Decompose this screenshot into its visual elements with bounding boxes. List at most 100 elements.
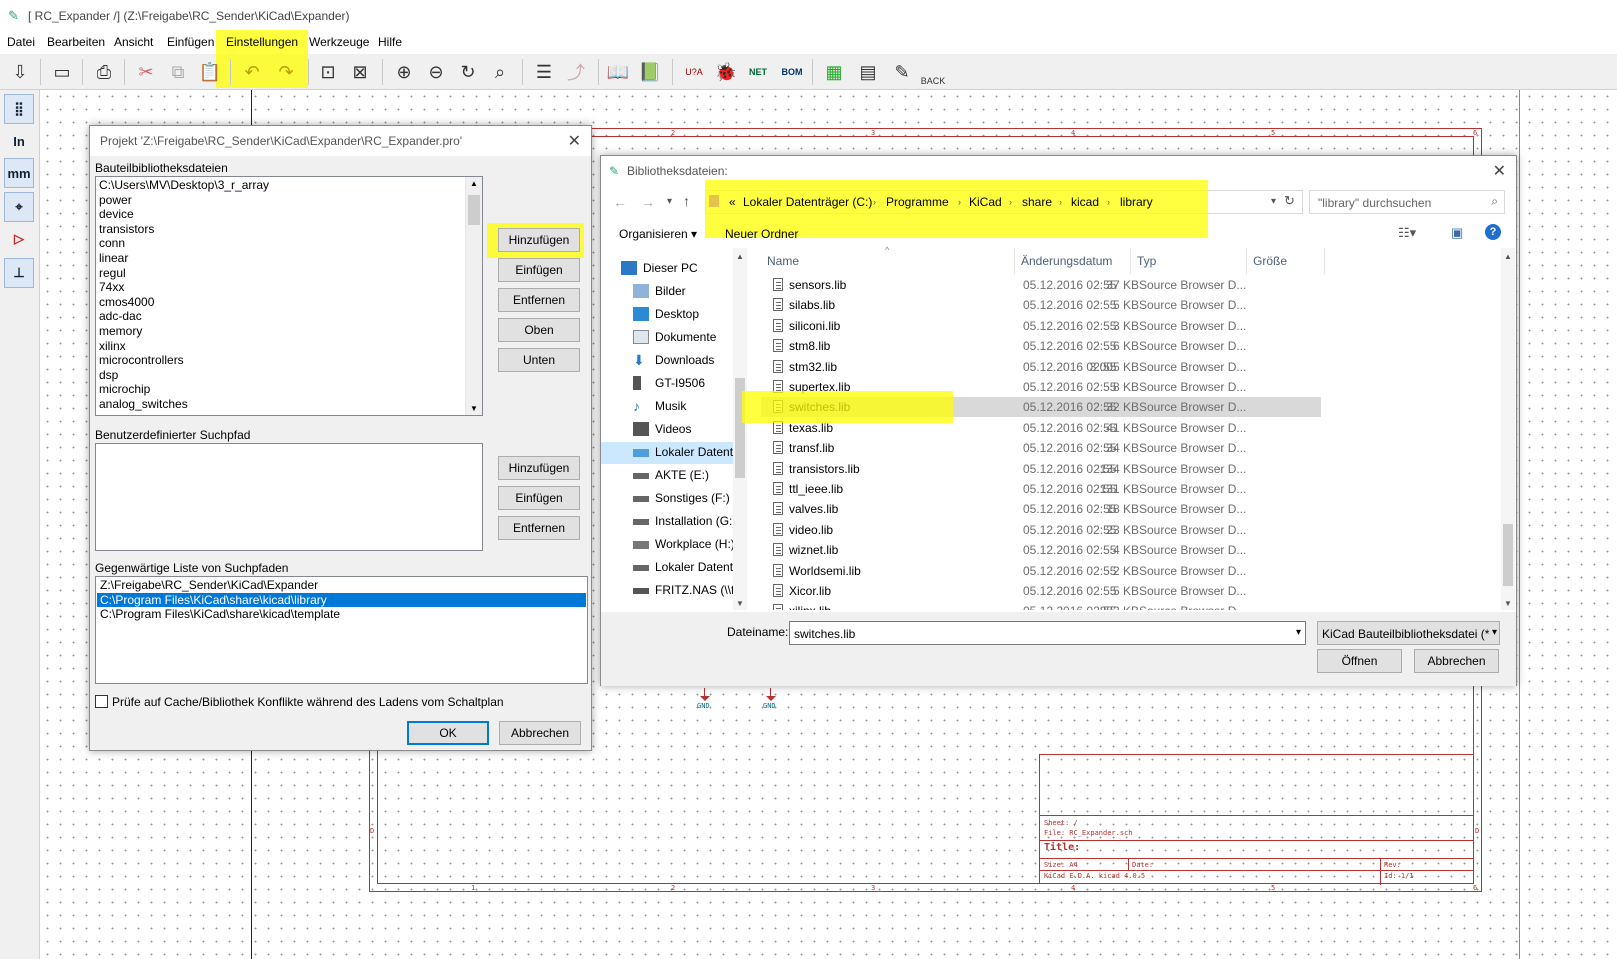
view-options-icon[interactable]: ☷▾ xyxy=(1398,225,1416,241)
path-item[interactable]: Z:\Freigabe\RC_Sender\KiCad\Expander xyxy=(97,578,586,593)
list-item[interactable]: xilinx xyxy=(96,339,465,354)
path-remove-button[interactable]: Entfernen xyxy=(498,516,580,540)
list-item[interactable]: conn xyxy=(96,236,465,251)
help-icon[interactable]: ? xyxy=(1485,224,1501,240)
file-list-scrollbar[interactable]: ▲ ▼ xyxy=(1501,248,1515,610)
grid-toggle-icon[interactable]: ⣿ xyxy=(4,94,34,124)
list-item[interactable]: cmos4000 xyxy=(96,295,465,310)
breadcrumb-item[interactable]: Programme xyxy=(886,195,949,209)
redraw-icon[interactable]: ↻ xyxy=(454,58,482,86)
nav-item-local-disk-c[interactable]: Lokaler Datentr xyxy=(601,442,747,464)
column-size[interactable]: Größe xyxy=(1247,248,1325,274)
hierarchy-icon[interactable]: ☰ xyxy=(530,58,558,86)
column-date[interactable]: Änderungsdatum xyxy=(1015,248,1131,274)
refresh-icon[interactable]: ↻ xyxy=(1284,193,1295,209)
open-button[interactable]: Öffnen xyxy=(1317,649,1402,673)
new-sheet-icon[interactable]: ⇩ xyxy=(6,58,34,86)
preview-pane-icon[interactable]: ▣ xyxy=(1451,225,1463,241)
list-item[interactable]: microcontrollers xyxy=(96,353,465,368)
file-row[interactable]: video.lib 05.12.2016 02:55 Source Browser … xyxy=(761,520,1321,540)
netlist-icon[interactable]: NET xyxy=(744,58,772,86)
history-chevron-icon[interactable]: ▾ xyxy=(667,196,672,207)
lib-up-button[interactable]: Oben xyxy=(498,318,580,342)
cvpcb-icon[interactable]: ▦ xyxy=(820,58,848,86)
find-replace-icon[interactable]: ⊠ xyxy=(346,58,374,86)
scroll-down-icon[interactable]: ▼ xyxy=(736,599,744,608)
scroll-thumb[interactable] xyxy=(1503,524,1513,586)
back-arrow-icon[interactable]: ← xyxy=(613,194,627,210)
address-dropdown-icon[interactable]: ▾ xyxy=(1271,196,1276,207)
list-item[interactable]: adc-dac xyxy=(96,309,465,324)
list-item[interactable]: memory xyxy=(96,324,465,339)
scroll-up-icon[interactable]: ▲ xyxy=(470,179,478,188)
menu-ansicht[interactable]: Ansicht xyxy=(114,35,153,49)
breadcrumb-item[interactable]: library xyxy=(1120,195,1153,209)
lib-add-button[interactable]: Hinzufügen xyxy=(498,228,580,252)
list-item[interactable]: power xyxy=(96,193,465,208)
page-settings-icon[interactable]: ▭ xyxy=(48,58,76,86)
menu-einfuegen[interactable]: Einfügen xyxy=(167,35,214,49)
nav-scrollbar[interactable]: ▲ ▼ xyxy=(733,248,747,610)
find-icon[interactable]: ⊡ xyxy=(314,58,342,86)
cursor-shape-icon[interactable]: ⌖ xyxy=(4,192,34,222)
scroll-down-icon[interactable]: ▼ xyxy=(1504,599,1512,608)
leave-sheet-icon[interactable]: ⤴ xyxy=(562,58,590,86)
path-insert-button[interactable]: Einfügen xyxy=(498,486,580,510)
paste-icon[interactable]: 📋 xyxy=(196,58,224,86)
breadcrumb-item[interactable]: kicad xyxy=(1071,195,1099,209)
gnd-symbol[interactable]: GND xyxy=(697,688,713,710)
hidden-pins-icon[interactable]: ▷ xyxy=(4,224,34,254)
menu-einstellungen[interactable]: Einstellungen xyxy=(226,35,298,49)
undo-icon[interactable]: ↶ xyxy=(238,58,266,86)
wire-angle-icon[interactable]: ⊥ xyxy=(4,258,34,288)
organize-button[interactable]: Organisieren ▾ xyxy=(619,227,697,241)
lib-remove-button[interactable]: Entfernen xyxy=(498,288,580,312)
file-row[interactable]: siliconi.lib 05.12.2016 02:55 Source Brows… xyxy=(761,316,1321,336)
zoom-out-icon[interactable]: ⊖ xyxy=(422,58,450,86)
cut-icon[interactable]: ✂ xyxy=(132,58,160,86)
zoom-fit-icon[interactable]: ⌕ xyxy=(486,58,514,86)
list-item[interactable]: linear xyxy=(96,251,465,266)
filetype-select[interactable]: KiCad Bauteilbibliotheksdatei (* ▾ xyxy=(1317,621,1500,645)
list-item[interactable]: analog_switches xyxy=(96,397,465,412)
chevron-down-icon[interactable]: ▾ xyxy=(1296,627,1301,638)
print-icon[interactable]: ⎙ xyxy=(90,58,118,86)
chevron-down-icon[interactable]: ▾ xyxy=(1491,627,1497,638)
filename-input[interactable]: switches.lib ▾ xyxy=(789,621,1306,645)
forward-arrow-icon[interactable]: → xyxy=(641,194,655,210)
custom-path-list[interactable] xyxy=(95,443,483,551)
breadcrumb-item[interactable]: Lokaler Datenträger (C:) xyxy=(743,195,872,209)
current-paths-list[interactable]: Z:\Freigabe\RC_Sender\KiCad\Expander C:\… xyxy=(95,576,588,684)
back-icon[interactable]: BACK xyxy=(918,58,948,86)
menu-werkzeuge[interactable]: Werkzeuge xyxy=(309,35,369,49)
file-row[interactable]: stm8.lib 05.12.2016 02:55 Source Browser D… xyxy=(761,336,1321,356)
file-row[interactable]: Worldsemi.lib 05.12.2016 02:55 Source Brow… xyxy=(761,561,1321,581)
list-item[interactable]: regul xyxy=(96,266,465,281)
menu-datei[interactable]: Datei xyxy=(7,35,35,49)
file-row[interactable]: wiznet.lib 05.12.2016 02:55 Source Browser… xyxy=(761,540,1321,560)
file-row[interactable]: xilinx.lib05.12.2016 02:55Source Browser… xyxy=(761,601,1321,610)
inch-units-button[interactable]: In xyxy=(4,126,34,156)
scroll-up-icon[interactable]: ▲ xyxy=(736,252,744,261)
menu-hilfe[interactable]: Hilfe xyxy=(378,35,402,49)
import-footprint-icon[interactable]: ▤ xyxy=(854,58,882,86)
erc-icon[interactable]: 🐞 xyxy=(712,58,740,86)
list-item[interactable]: 74xx xyxy=(96,280,465,295)
list-item[interactable]: microchip xyxy=(96,382,465,397)
zoom-in-icon[interactable]: ⊕ xyxy=(390,58,418,86)
file-row[interactable]: silabs.lib 05.12.2016 02:55 Source Browser… xyxy=(761,295,1321,315)
file-row[interactable]: sensors.lib 05.12.2016 02:55 Source Browse… xyxy=(761,275,1321,295)
library-editor-icon[interactable]: 📖 xyxy=(604,58,632,86)
cancel-button[interactable]: Abbrechen xyxy=(499,721,581,745)
lib-list-scrollbar[interactable]: ▲ ▼ xyxy=(465,177,482,415)
copy-icon[interactable]: ⧉ xyxy=(164,58,192,86)
path-item[interactable]: C:\Program Files\KiCad\share\kicad\templ… xyxy=(97,607,586,622)
file-row[interactable]: valves.lib 05.12.2016 02:55 Source Browser… xyxy=(761,499,1321,519)
file-row[interactable]: ttl_ieee.lib 05.12.2016 02:55 Source Brows… xyxy=(761,479,1321,499)
scroll-thumb[interactable] xyxy=(468,195,480,225)
up-arrow-icon[interactable]: ↑ xyxy=(683,193,690,209)
pcbnew-icon[interactable]: ✎ xyxy=(888,58,916,86)
file-row[interactable]: transistors.lib 05.12.2016 02:55 Source Br… xyxy=(761,459,1321,479)
conflict-checkbox[interactable] xyxy=(95,695,108,708)
bom-icon[interactable]: BOM xyxy=(778,58,806,86)
